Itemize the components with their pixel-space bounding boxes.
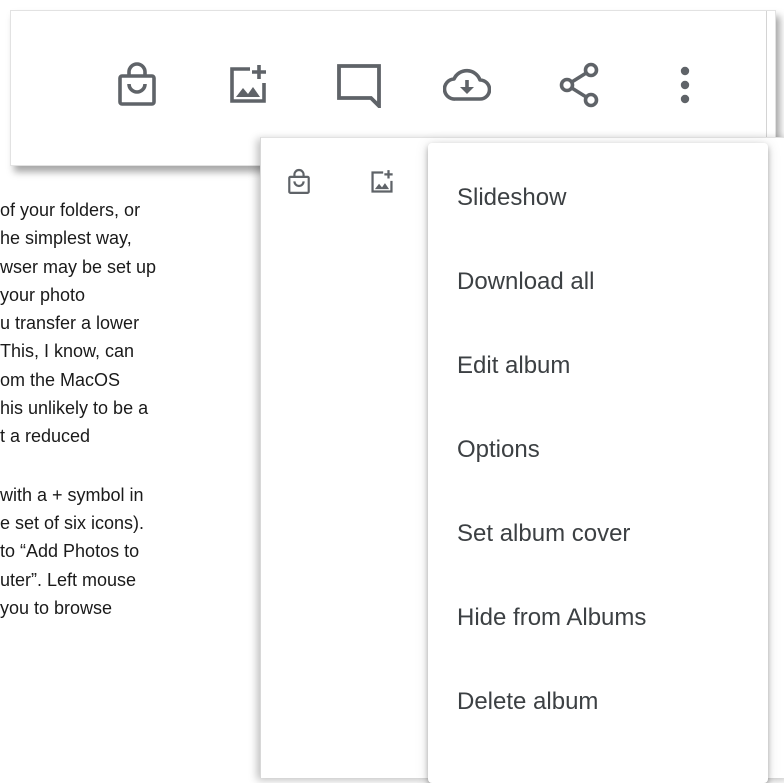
- doc-line: This, I know, can: [0, 341, 135, 362]
- menu-item-set-album-cover[interactable]: Set album cover: [428, 492, 768, 576]
- menu-item-delete-album[interactable]: Delete album: [428, 660, 768, 744]
- document-text: of your folders, or he simplest way, wse…: [0, 196, 300, 622]
- doc-line: he simplest way,: [0, 228, 132, 249]
- doc-line: your photo: [0, 284, 86, 305]
- doc-line: u transfer a lower: [0, 313, 140, 334]
- menu-item-edit-album[interactable]: Edit album: [428, 324, 768, 408]
- shopping-bag-icon[interactable]: [283, 166, 315, 198]
- doc-line: of your folders, or: [0, 200, 141, 220]
- doc-line: wser may be set up: [0, 256, 157, 277]
- doc-line: to “Add Photos to: [0, 541, 140, 562]
- menu-item-download-all[interactable]: Download all: [428, 240, 768, 324]
- doc-line: his unlikely to be a: [0, 398, 149, 419]
- shopping-bag-icon[interactable]: [111, 59, 163, 111]
- cloud-download-icon[interactable]: [441, 59, 493, 111]
- album-options-menu: Slideshow Download all Edit album Option…: [428, 143, 768, 783]
- doc-line: with a + symbol in: [0, 484, 144, 505]
- share-icon[interactable]: [553, 59, 605, 111]
- menu-item-slideshow[interactable]: Slideshow: [428, 156, 768, 240]
- add-photo-icon[interactable]: [222, 59, 274, 111]
- comment-icon[interactable]: [333, 59, 385, 111]
- add-photo-icon[interactable]: [366, 166, 398, 198]
- menu-item-hide-from-albums[interactable]: Hide from Albums: [428, 576, 768, 660]
- menu-item-options[interactable]: Options: [428, 408, 768, 492]
- doc-line: e set of six icons).: [0, 512, 145, 533]
- doc-line: om the MacOS: [0, 369, 121, 390]
- doc-line: you to browse: [0, 597, 113, 618]
- doc-line: t a reduced: [0, 426, 91, 447]
- more-vert-icon[interactable]: [659, 59, 711, 111]
- doc-line: uter”. Left mouse: [0, 569, 137, 590]
